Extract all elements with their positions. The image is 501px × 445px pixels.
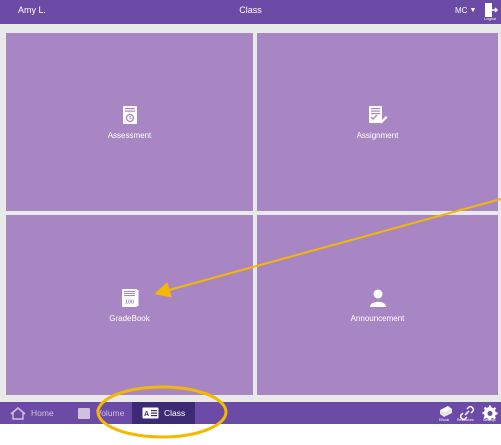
- page-title: Class: [239, 5, 262, 15]
- top-bar: Amy L. Class MC ▼ Logout: [0, 0, 501, 24]
- tile-gradebook[interactable]: 100 GradeBook: [6, 215, 253, 395]
- tile-label: GradeBook: [109, 313, 150, 323]
- tile-label: Assignment: [356, 130, 399, 140]
- tile-label: Announcement: [350, 313, 405, 323]
- caret-down-icon: ▼: [469, 7, 477, 14]
- tile-assignment[interactable]: Assignment: [257, 33, 498, 211]
- nav-class[interactable]: A Class: [132, 402, 196, 424]
- tile-announcement[interactable]: Announcement: [257, 215, 498, 395]
- class-icon: A: [142, 407, 159, 419]
- tile-grid: Assessment Assignment 100 GradeBook Anno: [0, 24, 501, 402]
- settings-label: Settings: [483, 418, 496, 422]
- tile-assessment[interactable]: Assessment: [6, 33, 253, 211]
- course-selector[interactable]: MC ▼: [455, 6, 476, 15]
- tile-label: Assessment: [107, 130, 152, 140]
- assignment-icon: [368, 105, 387, 123]
- nav-volume-label: Volume: [96, 408, 125, 418]
- assessment-icon: [122, 105, 137, 124]
- nav-home[interactable]: Home: [10, 402, 54, 424]
- bottom-bar: Home Volume A Class EBook Resources Sett…: [0, 402, 501, 424]
- announcement-icon: [369, 289, 386, 307]
- svg-text:A: A: [144, 411, 149, 418]
- home-icon: [10, 406, 26, 420]
- nav-volume[interactable]: Volume: [77, 402, 124, 424]
- svg-text:100: 100: [124, 299, 133, 305]
- resources-label: Resources: [457, 418, 474, 422]
- course-label: MC: [455, 6, 468, 15]
- logout-label: Logout: [484, 16, 497, 21]
- ebook-label: EBook: [439, 418, 450, 422]
- volume-icon: [77, 407, 91, 420]
- gradebook-icon: 100: [121, 288, 138, 307]
- nav-home-label: Home: [31, 408, 54, 418]
- nav-class-label: Class: [164, 408, 186, 418]
